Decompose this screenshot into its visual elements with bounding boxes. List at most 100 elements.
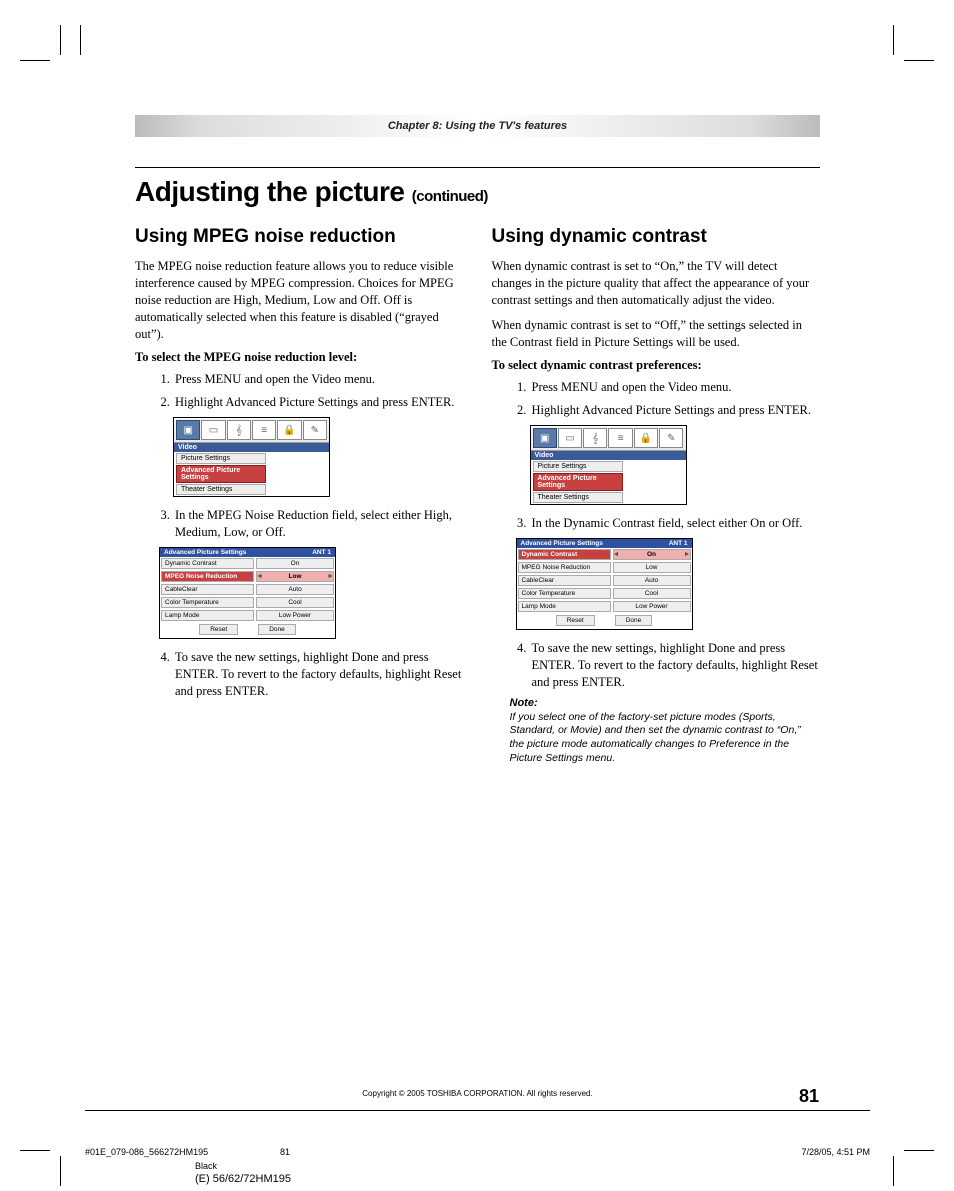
osd-ant-label: ANT 1 — [669, 540, 688, 547]
music-tab-icon: 𝄞 — [227, 420, 251, 440]
osd-row-value: ◄ Low ► — [256, 571, 334, 582]
osd-row-key: CableClear — [518, 575, 611, 586]
page-title: Adjusting the picture (continued) — [135, 176, 820, 208]
osd-row: MPEG Noise ReductionLow — [517, 561, 692, 574]
step: Highlight Advanced Picture Settings and … — [530, 402, 821, 419]
osd-row: Color TemperatureCool — [517, 587, 692, 600]
crop-mark — [60, 1156, 61, 1186]
imposition-info: #01E_079-086_566272HM195 81 7/28/05, 4:5… — [85, 1147, 870, 1157]
osd-button-row: Reset Done — [517, 613, 692, 629]
step: In the Dynamic Contrast field, select ei… — [530, 515, 821, 532]
procedure-steps: In the Dynamic Contrast field, select ei… — [492, 515, 821, 532]
osd-row-value: Cool — [613, 588, 691, 599]
step: Highlight Advanced Picture Settings and … — [173, 394, 464, 411]
page-title-text: Adjusting the picture — [135, 176, 405, 207]
osd-button-row: Reset Done — [160, 622, 335, 638]
crop-mark — [20, 1150, 50, 1151]
picture-tab-icon: ▣ — [176, 420, 200, 440]
osd-section-label: Video — [174, 443, 329, 452]
misc-tab-icon: ✎ — [303, 420, 327, 440]
imposition-file: #01E_079-086_566272HM195 — [85, 1147, 208, 1157]
right-column: Using dynamic contrast When dynamic cont… — [492, 226, 821, 765]
lock-tab-icon: 🔒 — [277, 420, 301, 440]
step: To save the new settings, highlight Done… — [173, 649, 464, 700]
page-content: Chapter 8: Using the TV's features Adjus… — [135, 115, 820, 765]
section-heading-contrast: Using dynamic contrast — [492, 226, 821, 248]
audio-tab-icon: ▭ — [558, 428, 582, 448]
osd-row-value: Auto — [256, 584, 334, 595]
osd-row-value: Low Power — [613, 601, 691, 612]
body-text: When dynamic contrast is set to “On,” th… — [492, 258, 821, 309]
osd-row-value: Cool — [256, 597, 334, 608]
settings-tab-icon: ≡ — [608, 428, 632, 448]
osd-row-value: Auto — [613, 575, 691, 586]
osd-ant-label: ANT 1 — [312, 549, 331, 556]
arrow-right-icon: ► — [327, 573, 334, 580]
osd-icon-tabs: ▣ ▭ 𝄞 ≡ 🔒 ✎ — [531, 426, 686, 451]
music-tab-icon: 𝄞 — [583, 428, 607, 448]
procedure-heading: To select the MPEG noise reduction level… — [135, 350, 464, 365]
osd-row: CableClearAuto — [517, 574, 692, 587]
osd-row-key: Dynamic Contrast — [161, 558, 254, 569]
osd-done-button: Done — [615, 615, 653, 626]
arrow-left-icon: ◄ — [613, 551, 620, 558]
osd-menu-item: Picture Settings — [176, 453, 266, 464]
crop-mark — [80, 25, 81, 55]
osd-menu-item: Theater Settings — [176, 484, 266, 495]
body-text: When dynamic contrast is set to “Off,” t… — [492, 317, 821, 351]
procedure-steps: Press MENU and open the Video menu. High… — [492, 379, 821, 419]
lock-tab-icon: 🔒 — [634, 428, 658, 448]
body-text: The MPEG noise reduction feature allows … — [135, 258, 464, 342]
osd-menu-items: Picture Settings Advanced Picture Settin… — [531, 461, 686, 503]
osd-table-header: Advanced Picture Settings ANT 1 — [517, 539, 692, 548]
procedure-steps: To save the new settings, highlight Done… — [135, 649, 464, 700]
osd-row-key: Color Temperature — [161, 597, 254, 608]
imposition-date: 7/28/05, 4:51 PM — [801, 1147, 870, 1157]
crop-mark — [904, 60, 934, 61]
note-body: If you select one of the factory-set pic… — [510, 711, 810, 766]
osd-advanced-settings: Advanced Picture Settings ANT 1 Dynamic … — [516, 538, 693, 630]
page-title-suffix: (continued) — [412, 188, 488, 205]
osd-menu-item-selected: Advanced Picture Settings — [176, 465, 266, 483]
osd-row-key: CableClear — [161, 584, 254, 595]
step: Press MENU and open the Video menu. — [173, 371, 464, 388]
osd-row-key: Color Temperature — [518, 588, 611, 599]
osd-row-value-text: On — [647, 551, 656, 558]
step: Press MENU and open the Video menu. — [530, 379, 821, 396]
step: In the MPEG Noise Reduction field, selec… — [173, 507, 464, 541]
osd-video-menu: ▣ ▭ 𝄞 ≡ 🔒 ✎ Video Picture Settings Advan… — [530, 425, 687, 505]
osd-row-key: Dynamic Contrast — [518, 549, 611, 560]
crop-mark — [60, 25, 61, 55]
osd-reset-button: Reset — [556, 615, 595, 626]
chapter-header: Chapter 8: Using the TV's features — [135, 115, 820, 137]
osd-row-value: Low — [613, 562, 691, 573]
osd-row: Lamp ModeLow Power — [517, 600, 692, 613]
procedure-steps: In the MPEG Noise Reduction field, selec… — [135, 507, 464, 541]
arrow-right-icon: ► — [684, 551, 691, 558]
misc-tab-icon: ✎ — [659, 428, 683, 448]
left-column: Using MPEG noise reduction The MPEG nois… — [135, 226, 464, 765]
osd-reset-button: Reset — [199, 624, 238, 635]
osd-row-value: On — [256, 558, 334, 569]
divider — [135, 167, 820, 168]
osd-menu-items: Picture Settings Advanced Picture Settin… — [174, 453, 329, 495]
settings-tab-icon: ≡ — [252, 420, 276, 440]
osd-row-key: MPEG Noise Reduction — [518, 562, 611, 573]
footer-divider — [85, 1110, 870, 1111]
osd-section-label: Video — [531, 451, 686, 460]
imposition-model: (E) 56/62/72HM195 — [195, 1173, 291, 1185]
osd-menu-item: Theater Settings — [533, 492, 623, 503]
picture-tab-icon: ▣ — [533, 428, 557, 448]
procedure-steps: To save the new settings, highlight Done… — [492, 640, 821, 691]
arrow-left-icon: ◄ — [256, 573, 263, 580]
procedure-steps: Press MENU and open the Video menu. High… — [135, 371, 464, 411]
osd-row: Dynamic ContrastOn — [160, 557, 335, 570]
imposition-page: 81 — [280, 1147, 290, 1157]
osd-row-selected: Dynamic Contrast◄ On ► — [517, 548, 692, 561]
osd-row-value-text: Low — [289, 573, 302, 580]
osd-row: Color TemperatureCool — [160, 596, 335, 609]
osd-menu-item-selected: Advanced Picture Settings — [533, 473, 623, 491]
procedure-heading: To select dynamic contrast preferences: — [492, 358, 821, 373]
osd-advanced-settings: Advanced Picture Settings ANT 1 Dynamic … — [159, 547, 336, 639]
crop-mark — [20, 60, 50, 61]
